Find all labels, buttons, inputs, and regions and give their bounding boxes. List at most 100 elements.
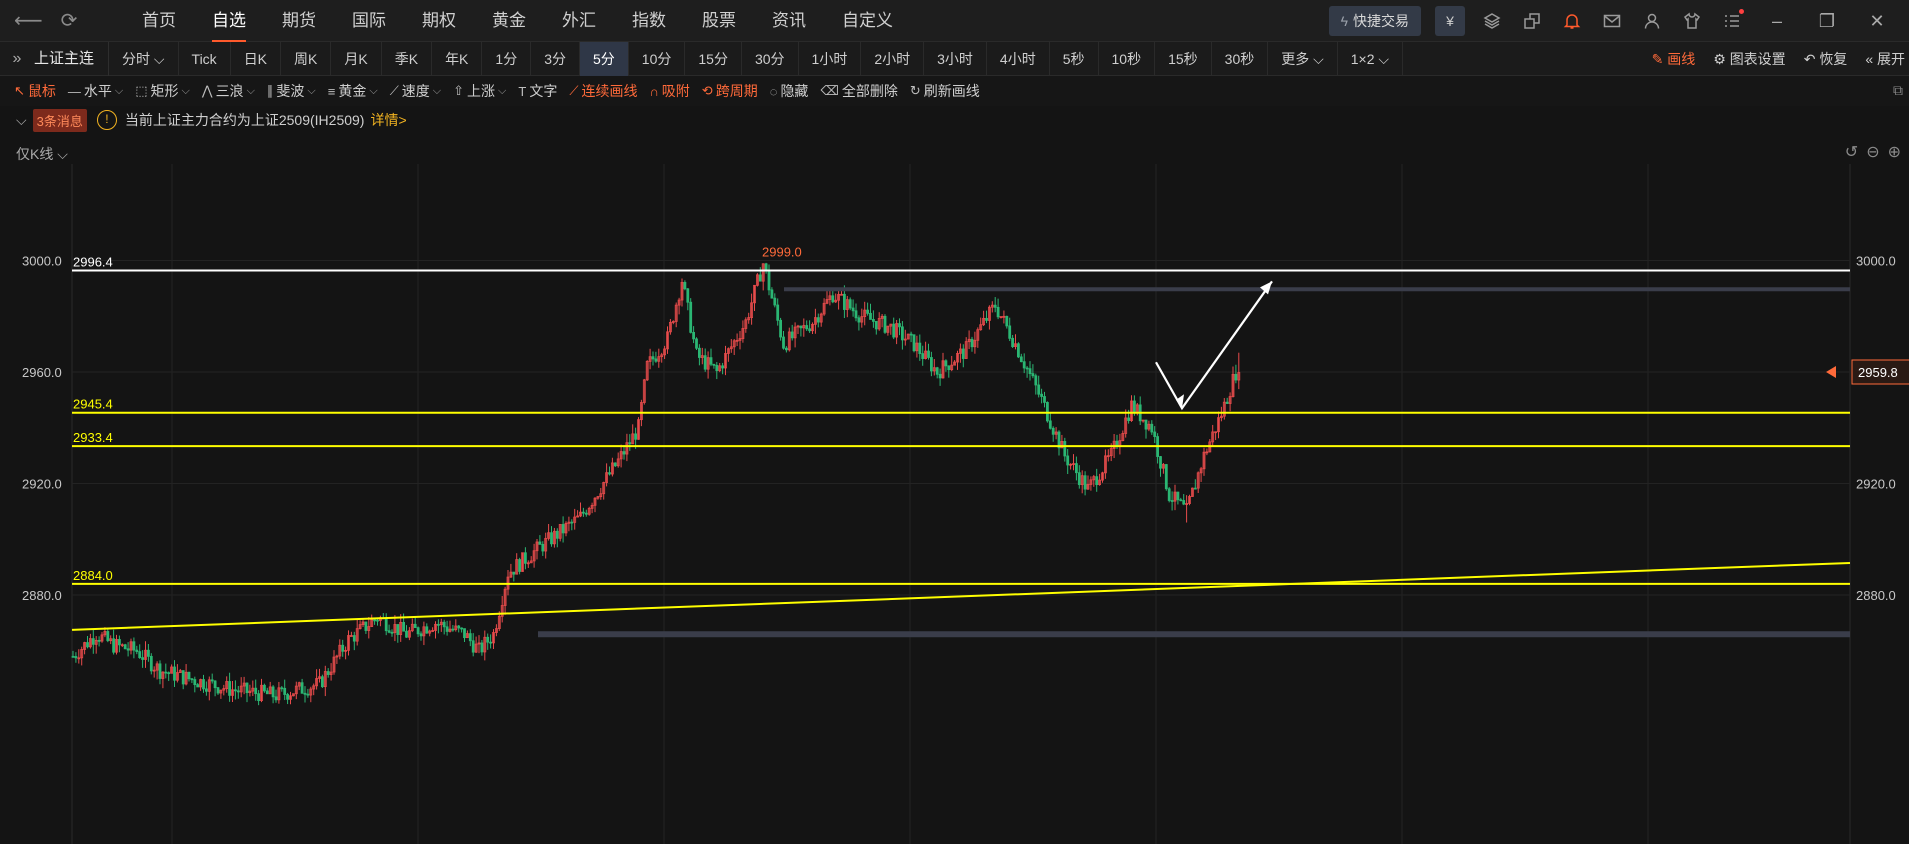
tool-button[interactable]: ⟋ 连续画线 xyxy=(569,81,637,101)
chart-settings-button[interactable]: ⚙ 图表设置 xyxy=(1713,49,1785,69)
period-tab[interactable]: 3小时 xyxy=(924,41,987,76)
period-tab[interactable]: 更多 ⌵ xyxy=(1268,41,1338,76)
detail-link[interactable]: 详情> xyxy=(370,110,406,130)
period-tab[interactable]: 1小时 xyxy=(799,41,862,76)
candle-body xyxy=(883,315,887,333)
tool-button[interactable]: ∥ 斐波 ⌵ xyxy=(267,81,316,101)
candle-body xyxy=(303,692,307,695)
tool-button[interactable]: ⟲ 跨周期 xyxy=(702,81,758,101)
candle-body xyxy=(767,270,771,291)
symbol-name[interactable]: 上证主连 xyxy=(34,41,110,76)
nav-item[interactable]: 指数 xyxy=(614,0,684,42)
nav-item[interactable]: 黄金 xyxy=(474,0,544,42)
tool-button[interactable]: ⋀ 三浪 ⌵ xyxy=(202,81,255,101)
tool-label: 斐波 xyxy=(276,83,305,99)
list-settings-icon[interactable] xyxy=(1719,8,1745,34)
candle-body xyxy=(918,342,922,355)
tool-button[interactable]: ⇧ 上涨 ⌵ xyxy=(453,81,506,101)
candle-body xyxy=(1225,401,1229,404)
candle-body xyxy=(634,433,637,440)
candle-body xyxy=(1176,491,1180,501)
nav-item[interactable]: 国际 xyxy=(334,0,404,42)
tool-icon: ⬚ xyxy=(135,83,148,98)
tool-button[interactable]: ⟋ 速度 ⌵ xyxy=(390,81,441,101)
zoom-out-icon[interactable]: ⊖ xyxy=(1866,142,1879,162)
tool-button[interactable]: ⌫ 全部删除 xyxy=(820,81,897,101)
candle-body xyxy=(97,639,101,642)
copy-window-icon[interactable] xyxy=(1519,8,1545,34)
period-tab[interactable]: 分时 ⌵ xyxy=(109,41,179,76)
refresh-icon[interactable]: ⟳ xyxy=(61,8,78,33)
undo-icon[interactable]: ↺ xyxy=(1845,142,1858,162)
tool-button[interactable]: ↻ 刷新画线 xyxy=(910,81,980,101)
period-tab[interactable]: 周K xyxy=(281,41,332,76)
draw-line-button[interactable]: ✎ 画线 xyxy=(1652,49,1696,69)
tool-button[interactable]: ∩ 吸附 xyxy=(649,81,689,101)
nav-item[interactable]: 期货 xyxy=(264,0,334,42)
tool-label: 三浪 xyxy=(215,83,244,99)
message-count-badge[interactable]: 3条消息 xyxy=(32,108,87,132)
tool-button[interactable]: ⬚ 矩形 ⌵ xyxy=(135,81,190,101)
period-tab[interactable]: 3分 xyxy=(531,41,580,76)
tool-button[interactable]: ◌ 隐藏 xyxy=(770,81,809,101)
period-tab[interactable]: 季K xyxy=(382,41,433,76)
tool-button[interactable]: ↖ 鼠标 xyxy=(14,81,56,101)
double-chevron-right-icon[interactable]: » xyxy=(0,50,34,68)
period-tab[interactable]: 1×2 ⌵ xyxy=(1338,41,1404,76)
quick-trade-button[interactable]: ϟ 快捷交易 xyxy=(1328,6,1421,36)
nav-item[interactable]: 期权 xyxy=(404,0,474,42)
forecast-arrow-line[interactable] xyxy=(1155,280,1273,411)
period-tab[interactable]: 10秒 xyxy=(1099,41,1156,76)
tool-button[interactable]: ≡ 黄金 ⌵ xyxy=(328,81,378,101)
chevron-down-icon[interactable]: ⌵ xyxy=(16,112,27,129)
period-tab[interactable]: 年K xyxy=(432,41,483,76)
candle-body xyxy=(402,622,406,632)
shirt-icon[interactable] xyxy=(1679,8,1705,34)
maximize-button[interactable]: ❐ xyxy=(1809,11,1845,32)
period-tab[interactable]: 日K xyxy=(231,41,282,76)
candle-body xyxy=(570,521,574,524)
period-tab[interactable]: 1分 xyxy=(482,41,532,76)
yen-button[interactable]: ¥ xyxy=(1435,6,1465,36)
period-tab[interactable]: 30分 xyxy=(742,41,799,76)
back-icon[interactable]: ⟵ xyxy=(14,8,43,33)
kline-mode-select[interactable]: 仅K线 ⌵ xyxy=(16,144,68,164)
trend-line[interactable] xyxy=(71,561,1851,631)
nav-item[interactable]: 外汇 xyxy=(544,0,614,42)
period-tab[interactable]: 2小时 xyxy=(861,41,925,76)
nav-item[interactable]: 自选 xyxy=(194,0,264,42)
layers-icon[interactable] xyxy=(1479,8,1505,34)
period-tab[interactable]: 15秒 xyxy=(1155,41,1212,76)
zone-rect-lower[interactable] xyxy=(538,631,1850,638)
period-tab[interactable]: 5分 xyxy=(580,41,629,76)
layout-icon[interactable]: ⧉ xyxy=(1893,82,1903,99)
nav-item[interactable]: 自定义 xyxy=(824,0,911,42)
bell-icon[interactable] xyxy=(1559,8,1585,34)
candle-body xyxy=(300,682,304,694)
close-button[interactable]: ✕ xyxy=(1859,11,1895,32)
chevron-down-icon: ⌵ xyxy=(181,84,190,97)
expand-panel-button[interactable]: « 展开 xyxy=(1865,49,1905,69)
candle-body xyxy=(286,694,290,700)
period-tab[interactable]: Tick xyxy=(179,41,231,76)
period-tab[interactable]: 5秒 xyxy=(1050,41,1099,76)
tool-button[interactable]: T 文字 xyxy=(518,81,557,101)
period-tab[interactable]: 30秒 xyxy=(1212,41,1269,76)
period-tab[interactable]: 15分 xyxy=(685,41,742,76)
zone-rect-upper[interactable] xyxy=(784,287,1850,292)
kline-chart[interactable]: 3040.03040.03000.03000.02960.02960.02920… xyxy=(0,164,1909,844)
mail-icon[interactable] xyxy=(1599,8,1625,34)
period-tab[interactable]: 10分 xyxy=(629,41,686,76)
candle-body xyxy=(283,687,287,695)
nav-item[interactable]: 首页 xyxy=(124,0,194,42)
period-tab[interactable]: 4小时 xyxy=(987,41,1050,76)
user-icon[interactable] xyxy=(1639,8,1665,34)
tool-button[interactable]: — 水平 ⌵ xyxy=(68,81,123,101)
candle-body xyxy=(265,690,269,695)
period-tab[interactable]: 月K xyxy=(331,41,382,76)
nav-item[interactable]: 资讯 xyxy=(754,0,824,42)
nav-item[interactable]: 股票 xyxy=(684,0,754,42)
restore-button[interactable]: ↶ 恢复 xyxy=(1804,49,1848,69)
minimize-button[interactable]: – xyxy=(1759,11,1795,32)
zoom-in-icon[interactable]: ⊕ xyxy=(1888,142,1901,162)
